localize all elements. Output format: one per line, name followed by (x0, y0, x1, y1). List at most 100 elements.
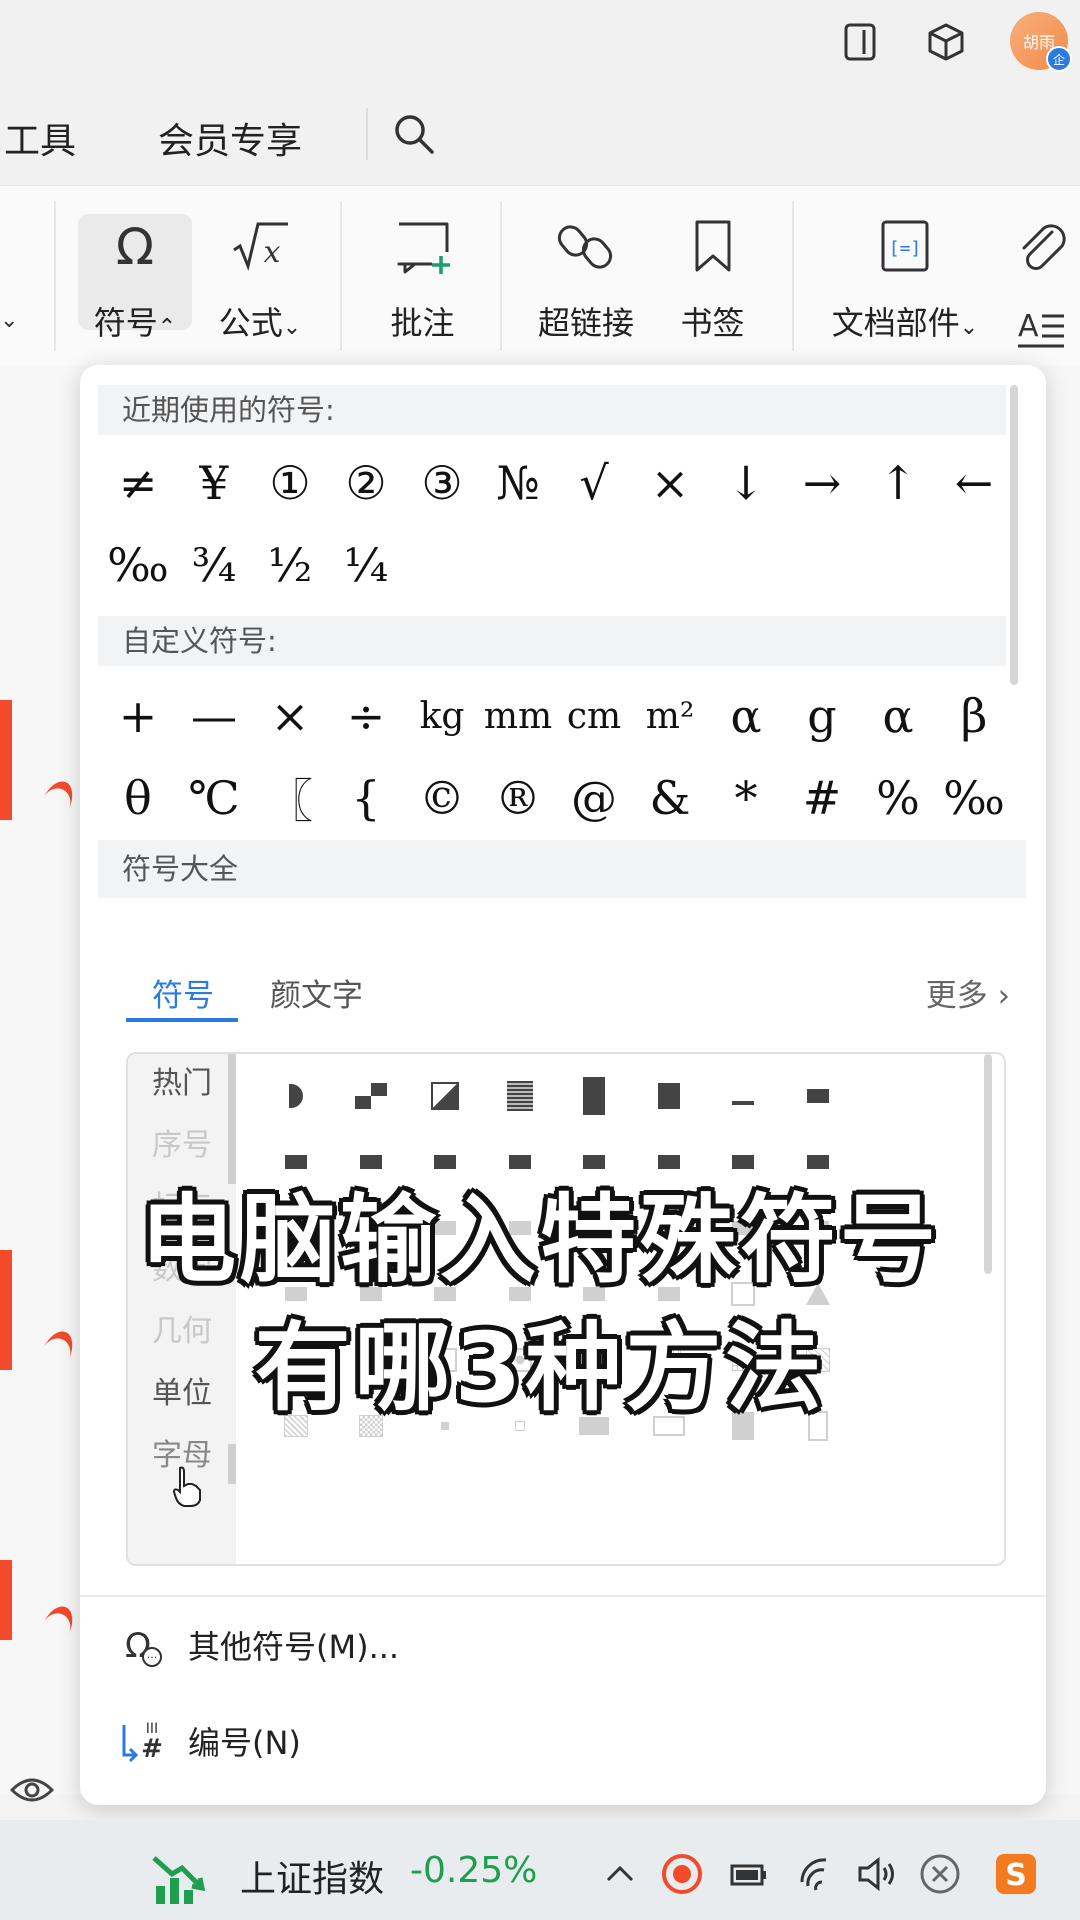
battery-icon[interactable] (726, 1852, 770, 1896)
custom-symbol-4[interactable]: kg (404, 678, 480, 754)
shape-symbol-2[interactable] (415, 1066, 475, 1126)
custom-symbol-16[interactable]: © (404, 760, 480, 836)
chevron-down-icon[interactable]: ⌄ (0, 308, 18, 333)
custom-symbol-7[interactable]: m² (632, 678, 708, 754)
custom-symbol-23[interactable]: ‰ (936, 760, 1012, 836)
svg-text:S: S (1005, 1858, 1027, 1893)
recent-symbol-12[interactable]: ‰ (100, 527, 176, 603)
sogou-input-icon[interactable]: S (994, 1852, 1038, 1896)
custom-symbol-6[interactable]: cm (556, 678, 632, 754)
custom-symbol-18[interactable]: @ (556, 760, 632, 836)
scrollbar[interactable] (228, 1444, 236, 1484)
recent-symbol-15[interactable]: ¼ (328, 527, 404, 603)
shape-glyph (506, 1081, 533, 1111)
hyperlink-button[interactable]: 超链接 (526, 186, 646, 366)
svg-text:···: ··· (147, 1651, 158, 1664)
chevron-up-icon[interactable] (598, 1852, 642, 1896)
comment-button[interactable]: 批注 (370, 186, 475, 366)
shape-symbol-1[interactable] (341, 1066, 401, 1126)
shape-symbol-0[interactable] (266, 1066, 326, 1126)
omega-icon: Ω (116, 218, 154, 276)
category-hot[interactable]: 热门 (128, 1054, 236, 1114)
tab-kaomoji[interactable]: 颜文字 (270, 970, 363, 1015)
custom-symbol-5[interactable]: mm (480, 678, 556, 754)
omega-more-icon: Ω ··· (125, 1626, 162, 1667)
custom-symbol-3[interactable]: ÷ (328, 678, 404, 754)
recent-symbol-9[interactable]: → (784, 445, 860, 521)
recent-symbol-0[interactable]: ≠ (100, 445, 176, 521)
custom-symbol-13[interactable]: ℃ (176, 760, 252, 836)
recent-symbol-8[interactable]: ↓ (708, 445, 784, 521)
wifi-icon[interactable] (796, 1852, 840, 1896)
numbering-item[interactable]: # III 编号(N) (116, 1711, 301, 1771)
divider (792, 201, 794, 351)
formula-button[interactable]: x 公式⌄ (205, 186, 315, 366)
doc-decoration (0, 700, 12, 820)
bookmark-button[interactable]: 书签 (660, 186, 765, 366)
stock-index-label[interactable]: 上证指数 (240, 1850, 384, 1902)
recent-symbol-5[interactable]: № (480, 445, 556, 521)
recent-symbol-11[interactable]: ← (936, 445, 1012, 521)
shape-glyph (354, 1083, 387, 1109)
tab-tools[interactable]: 工具 (4, 112, 76, 164)
custom-symbol-11[interactable]: β (936, 678, 1012, 754)
custom-symbol-22[interactable]: % (860, 760, 936, 836)
recent-symbol-6[interactable]: √ (556, 445, 632, 521)
shape-glyph (806, 1089, 829, 1103)
custom-symbol-8[interactable]: α (708, 678, 784, 754)
custom-symbol-19[interactable]: & (632, 760, 708, 836)
custom-symbol-17[interactable]: ® (480, 760, 556, 836)
search-icon[interactable] (390, 110, 438, 158)
recent-symbol-10[interactable]: ↑ (860, 445, 936, 521)
enterprise-badge: 企 (1046, 46, 1072, 72)
shape-glyph (583, 1077, 605, 1115)
custom-symbol-12[interactable]: θ (100, 760, 176, 836)
doc-parts-button[interactable]: [=] 文档部件⌄ (820, 186, 990, 366)
other-symbols-item[interactable]: Ω ··· 其他符号(M)... (116, 1615, 399, 1675)
svg-text:[=]: [=] (889, 238, 922, 259)
close-circle-icon[interactable] (918, 1852, 962, 1896)
shape-symbol-5[interactable] (639, 1066, 699, 1126)
scrollbar[interactable] (1010, 385, 1018, 685)
custom-symbol-10[interactable]: α (860, 678, 936, 754)
tab-member[interactable]: 会员专享 (158, 112, 302, 164)
shape-symbol-7[interactable] (788, 1066, 848, 1126)
shape-symbol-4[interactable] (564, 1066, 624, 1126)
stock-index-value: -0.25% (410, 1850, 538, 1891)
more-link[interactable]: 更多 › (926, 970, 1010, 1015)
custom-symbol-1[interactable]: — (176, 678, 252, 754)
shape-symbol-6[interactable] (713, 1066, 773, 1126)
tab-indicator (126, 1018, 238, 1022)
recent-symbol-4[interactable]: ③ (404, 445, 480, 521)
bookmark-label: 书签 (680, 304, 745, 342)
recent-symbol-1[interactable]: ¥ (176, 445, 252, 521)
formula-icon: x (233, 222, 288, 271)
custom-symbol-15[interactable]: { (328, 760, 404, 836)
doc-decoration (0, 1560, 12, 1640)
recent-symbol-14[interactable]: ½ (252, 527, 328, 603)
volume-icon[interactable] (854, 1852, 898, 1896)
doc-parts-label: 文档部件⌄ (831, 304, 979, 342)
bookmark-icon (695, 220, 730, 272)
record-icon[interactable] (660, 1852, 704, 1896)
custom-symbol-9[interactable]: g (784, 678, 860, 754)
recent-symbol-7[interactable]: × (632, 445, 708, 521)
attachment-icon[interactable] (1012, 218, 1072, 278)
tab-symbols[interactable]: 符号 (152, 970, 214, 1015)
custom-symbol-2[interactable]: × (252, 678, 328, 754)
symbol-button[interactable]: Ω 符号⌃ (70, 186, 200, 366)
stock-chart-icon[interactable] (150, 1850, 208, 1908)
custom-symbol-0[interactable]: + (100, 678, 176, 754)
custom-symbol-20[interactable]: * (708, 760, 784, 836)
recent-symbol-2[interactable]: ① (252, 445, 328, 521)
custom-symbol-14[interactable]: 〖 (252, 760, 328, 836)
shape-symbol-3[interactable] (490, 1066, 550, 1126)
eye-icon[interactable] (10, 1768, 54, 1812)
divider (366, 108, 368, 160)
custom-symbol-21[interactable]: # (784, 760, 860, 836)
recent-symbol-3[interactable]: ② (328, 445, 404, 521)
recent-symbol-13[interactable]: ¾ (176, 527, 252, 603)
tablet-mode-icon[interactable] (838, 20, 882, 64)
3d-box-icon[interactable] (924, 20, 968, 64)
text-list-icon[interactable]: A (1016, 304, 1066, 350)
